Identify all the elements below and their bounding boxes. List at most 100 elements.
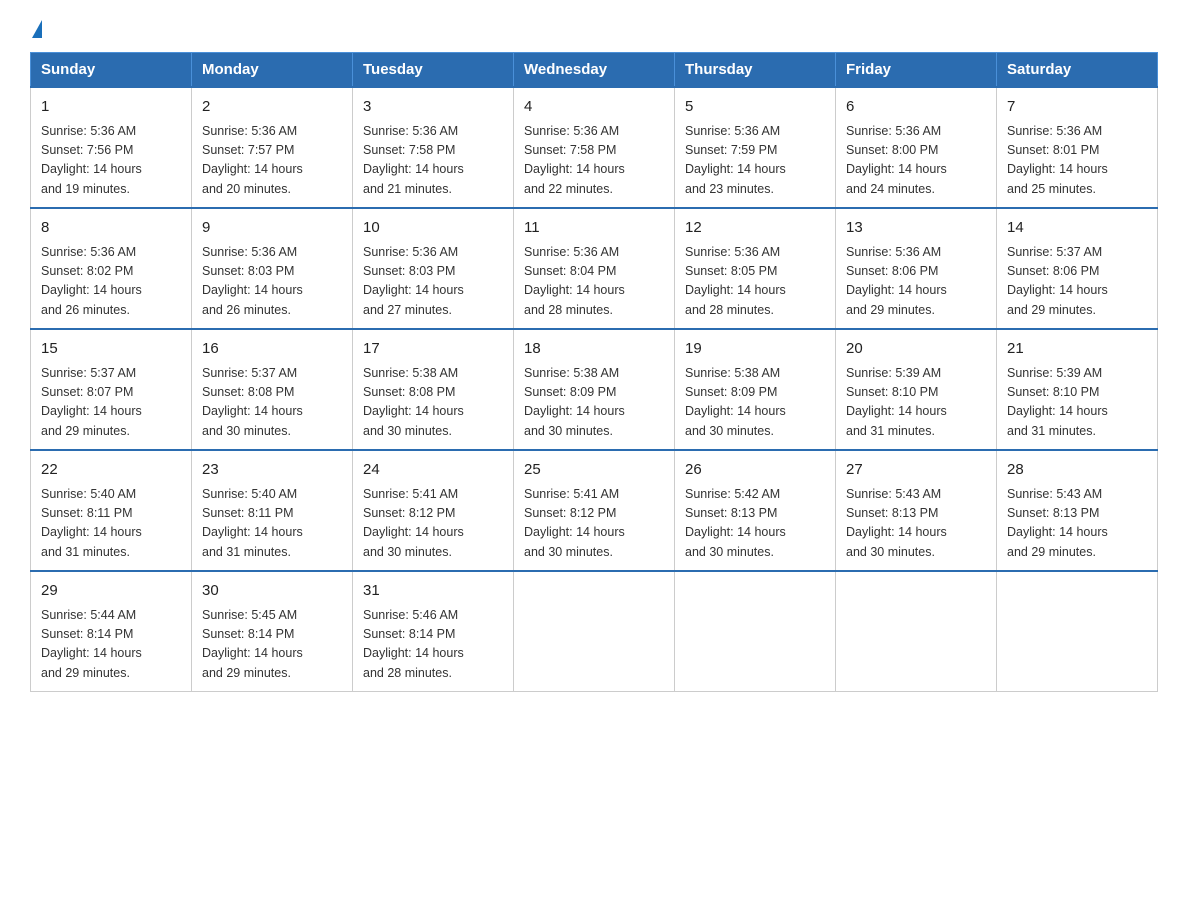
day-info: Sunrise: 5:40 AMSunset: 8:11 PMDaylight:… [202, 485, 342, 563]
day-info: Sunrise: 5:41 AMSunset: 8:12 PMDaylight:… [524, 485, 664, 563]
calendar-cell: 12 Sunrise: 5:36 AMSunset: 8:05 PMDayligh… [675, 208, 836, 329]
day-info: Sunrise: 5:36 AMSunset: 8:02 PMDaylight:… [41, 243, 181, 321]
day-info: Sunrise: 5:39 AMSunset: 8:10 PMDaylight:… [1007, 364, 1147, 442]
day-info: Sunrise: 5:37 AMSunset: 8:06 PMDaylight:… [1007, 243, 1147, 321]
calendar-cell: 10 Sunrise: 5:36 AMSunset: 8:03 PMDayligh… [353, 208, 514, 329]
calendar-header-sunday: Sunday [31, 53, 192, 88]
day-info: Sunrise: 5:36 AMSunset: 7:59 PMDaylight:… [685, 122, 825, 200]
calendar-cell: 18Sunrise: 5:38 AMSunset: 8:09 PMDayligh… [514, 329, 675, 450]
calendar-cell: 11 Sunrise: 5:36 AMSunset: 8:04 PMDayligh… [514, 208, 675, 329]
day-info: Sunrise: 5:46 AMSunset: 8:14 PMDaylight:… [363, 606, 503, 684]
day-info: Sunrise: 5:38 AMSunset: 8:08 PMDaylight:… [363, 364, 503, 442]
logo-triangle-icon [32, 20, 42, 38]
calendar-header-wednesday: Wednesday [514, 53, 675, 88]
day-info: Sunrise: 5:36 AMSunset: 8:03 PMDaylight:… [363, 243, 503, 321]
day-info: Sunrise: 5:43 AMSunset: 8:13 PMDaylight:… [846, 485, 986, 563]
calendar-cell: 17 Sunrise: 5:38 AMSunset: 8:08 PMDayligh… [353, 329, 514, 450]
day-number: 30 [202, 580, 342, 603]
calendar-header-row: SundayMondayTuesdayWednesdayThursdayFrid… [31, 53, 1158, 88]
day-info: Sunrise: 5:44 AMSunset: 8:14 PMDaylight:… [41, 606, 181, 684]
calendar-cell: 5 Sunrise: 5:36 AMSunset: 7:59 PMDaylight… [675, 87, 836, 208]
calendar-cell: 20 Sunrise: 5:39 AMSunset: 8:10 PMDayligh… [836, 329, 997, 450]
calendar-cell: 25 Sunrise: 5:41 AMSunset: 8:12 PMDayligh… [514, 450, 675, 571]
day-number: 22 [41, 459, 181, 482]
day-number: 12 [685, 217, 825, 240]
day-info: Sunrise: 5:36 AMSunset: 7:58 PMDaylight:… [524, 122, 664, 200]
calendar-cell: 22 Sunrise: 5:40 AMSunset: 8:11 PMDayligh… [31, 450, 192, 571]
calendar-cell: 15 Sunrise: 5:37 AMSunset: 8:07 PMDayligh… [31, 329, 192, 450]
day-number: 3 [363, 96, 503, 119]
day-number: 2 [202, 96, 342, 119]
calendar-cell: 6Sunrise: 5:36 AMSunset: 8:00 PMDaylight… [836, 87, 997, 208]
calendar-cell: 7 Sunrise: 5:36 AMSunset: 8:01 PMDaylight… [997, 87, 1158, 208]
calendar-cell: 16 Sunrise: 5:37 AMSunset: 8:08 PMDayligh… [192, 329, 353, 450]
day-info: Sunrise: 5:36 AMSunset: 8:01 PMDaylight:… [1007, 122, 1147, 200]
day-number: 28 [1007, 459, 1147, 482]
calendar-cell: 1Sunrise: 5:36 AMSunset: 7:56 PMDaylight… [31, 87, 192, 208]
day-number: 7 [1007, 96, 1147, 119]
calendar-cell [997, 571, 1158, 692]
day-info: Sunrise: 5:41 AMSunset: 8:12 PMDaylight:… [363, 485, 503, 563]
day-number: 10 [363, 217, 503, 240]
calendar-header-tuesday: Tuesday [353, 53, 514, 88]
calendar-week-row: 8Sunrise: 5:36 AMSunset: 8:02 PMDaylight… [31, 208, 1158, 329]
calendar-cell: 31 Sunrise: 5:46 AMSunset: 8:14 PMDayligh… [353, 571, 514, 692]
calendar-cell: 19 Sunrise: 5:38 AMSunset: 8:09 PMDayligh… [675, 329, 836, 450]
day-number: 14 [1007, 217, 1147, 240]
day-info: Sunrise: 5:39 AMSunset: 8:10 PMDaylight:… [846, 364, 986, 442]
day-number: 17 [363, 338, 503, 361]
calendar-cell: 27Sunrise: 5:43 AMSunset: 8:13 PMDayligh… [836, 450, 997, 571]
calendar-week-row: 15 Sunrise: 5:37 AMSunset: 8:07 PMDayligh… [31, 329, 1158, 450]
logo-area [30, 20, 42, 42]
header [30, 20, 1158, 42]
day-info: Sunrise: 5:42 AMSunset: 8:13 PMDaylight:… [685, 485, 825, 563]
calendar-week-row: 1Sunrise: 5:36 AMSunset: 7:56 PMDaylight… [31, 87, 1158, 208]
day-number: 6 [846, 96, 986, 119]
day-info: Sunrise: 5:37 AMSunset: 8:07 PMDaylight:… [41, 364, 181, 442]
day-info: Sunrise: 5:36 AMSunset: 8:03 PMDaylight:… [202, 243, 342, 321]
day-info: Sunrise: 5:36 AMSunset: 7:58 PMDaylight:… [363, 122, 503, 200]
day-number: 9 [202, 217, 342, 240]
calendar-cell [675, 571, 836, 692]
day-info: Sunrise: 5:37 AMSunset: 8:08 PMDaylight:… [202, 364, 342, 442]
day-info: Sunrise: 5:43 AMSunset: 8:13 PMDaylight:… [1007, 485, 1147, 563]
calendar-header-thursday: Thursday [675, 53, 836, 88]
day-number: 13 [846, 217, 986, 240]
calendar-cell: 2 Sunrise: 5:36 AMSunset: 7:57 PMDaylight… [192, 87, 353, 208]
calendar-cell: 14 Sunrise: 5:37 AMSunset: 8:06 PMDayligh… [997, 208, 1158, 329]
day-info: Sunrise: 5:38 AMSunset: 8:09 PMDaylight:… [685, 364, 825, 442]
calendar-cell: 23 Sunrise: 5:40 AMSunset: 8:11 PMDayligh… [192, 450, 353, 571]
day-number: 15 [41, 338, 181, 361]
calendar-cell: 9 Sunrise: 5:36 AMSunset: 8:03 PMDaylight… [192, 208, 353, 329]
day-number: 1 [41, 96, 181, 119]
calendar-cell: 26Sunrise: 5:42 AMSunset: 8:13 PMDayligh… [675, 450, 836, 571]
day-number: 23 [202, 459, 342, 482]
day-info: Sunrise: 5:36 AMSunset: 8:05 PMDaylight:… [685, 243, 825, 321]
day-number: 19 [685, 338, 825, 361]
calendar-cell: 29 Sunrise: 5:44 AMSunset: 8:14 PMDayligh… [31, 571, 192, 692]
calendar-cell: 13 Sunrise: 5:36 AMSunset: 8:06 PMDayligh… [836, 208, 997, 329]
calendar-cell: 8Sunrise: 5:36 AMSunset: 8:02 PMDaylight… [31, 208, 192, 329]
day-info: Sunrise: 5:45 AMSunset: 8:14 PMDaylight:… [202, 606, 342, 684]
logo [30, 20, 42, 42]
day-number: 31 [363, 580, 503, 603]
day-number: 25 [524, 459, 664, 482]
calendar-cell: 3 Sunrise: 5:36 AMSunset: 7:58 PMDaylight… [353, 87, 514, 208]
day-info: Sunrise: 5:36 AMSunset: 8:06 PMDaylight:… [846, 243, 986, 321]
day-number: 29 [41, 580, 181, 603]
calendar-cell: 21Sunrise: 5:39 AMSunset: 8:10 PMDayligh… [997, 329, 1158, 450]
day-number: 5 [685, 96, 825, 119]
calendar-body: 1Sunrise: 5:36 AMSunset: 7:56 PMDaylight… [31, 87, 1158, 692]
day-number: 20 [846, 338, 986, 361]
calendar-header-monday: Monday [192, 53, 353, 88]
day-number: 18 [524, 338, 664, 361]
day-number: 16 [202, 338, 342, 361]
day-info: Sunrise: 5:36 AMSunset: 8:04 PMDaylight:… [524, 243, 664, 321]
calendar-cell: 24Sunrise: 5:41 AMSunset: 8:12 PMDayligh… [353, 450, 514, 571]
day-info: Sunrise: 5:36 AMSunset: 7:57 PMDaylight:… [202, 122, 342, 200]
calendar-week-row: 22 Sunrise: 5:40 AMSunset: 8:11 PMDayligh… [31, 450, 1158, 571]
calendar-cell: 4Sunrise: 5:36 AMSunset: 7:58 PMDaylight… [514, 87, 675, 208]
day-info: Sunrise: 5:40 AMSunset: 8:11 PMDaylight:… [41, 485, 181, 563]
calendar-cell: 30 Sunrise: 5:45 AMSunset: 8:14 PMDayligh… [192, 571, 353, 692]
day-number: 11 [524, 217, 664, 240]
